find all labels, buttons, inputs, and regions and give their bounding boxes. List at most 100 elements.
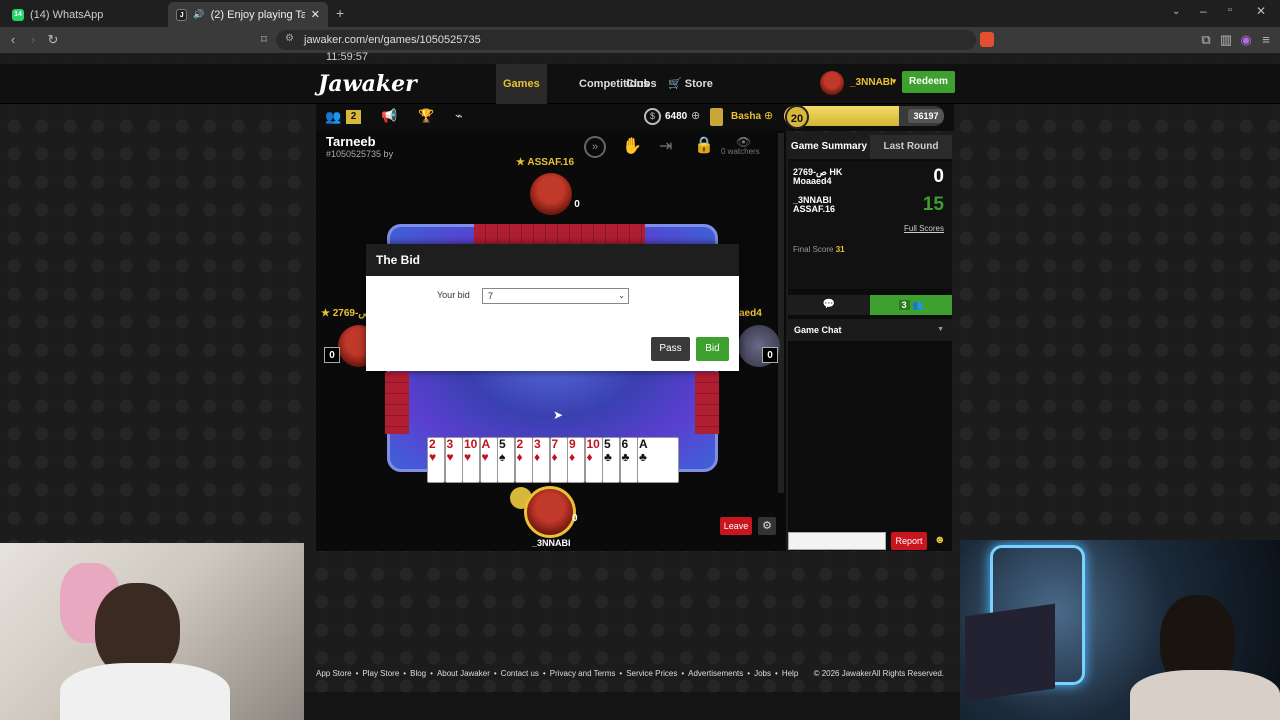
card-rank: 9 (569, 437, 576, 451)
url-field[interactable]: ⚙ jawaker.com/en/games/1050525735 (276, 30, 976, 50)
footer-link[interactable]: Blog (410, 669, 426, 678)
add-coins-icon[interactable]: ⊕ (691, 109, 700, 122)
nav-store[interactable]: 🛒 Store (666, 64, 720, 104)
add-basha-icon[interactable]: ⊕ (764, 109, 773, 122)
username[interactable]: _3NNABI (850, 77, 893, 88)
hand-card[interactable]: 10 ♦ (584, 437, 603, 483)
profile-icon[interactable]: ◉ (1236, 27, 1256, 53)
forward-icon[interactable]: › (23, 27, 43, 53)
footer-separator: • (430, 669, 433, 678)
hand-card[interactable]: 7 ♦ (549, 437, 568, 483)
hand-card[interactable]: 2 ♥ (427, 437, 445, 483)
lock-icon[interactable]: 🔒 (694, 135, 714, 155)
tab-game-summary[interactable]: Game Summary (788, 135, 870, 159)
game-id: #1050525735 by (326, 149, 394, 159)
right-player-score: 0 (762, 347, 778, 363)
url-text: jawaker.com/en/games/1050525735 (304, 34, 481, 46)
maximize-icon[interactable]: ▫ (1228, 4, 1232, 16)
hand-card[interactable]: 10 ♥ (462, 437, 480, 483)
footer-link[interactable]: Service Prices (626, 669, 677, 678)
tab-last-round[interactable]: Last Round (870, 135, 952, 159)
back-icon[interactable]: ‹ (3, 27, 23, 53)
footer-link[interactable]: Privacy and Terms (550, 669, 616, 678)
bottom-player-score: 0 (572, 513, 578, 524)
leave-button[interactable]: Leave (720, 517, 752, 535)
trophy-icon[interactable]: 🏆 (418, 108, 434, 124)
bottom-player-avatar[interactable] (524, 486, 576, 538)
pass-button[interactable]: Pass (651, 337, 690, 361)
tab-title: (14) WhatsApp (30, 8, 104, 21)
brave-shield-icon[interactable] (980, 32, 994, 47)
close-tab-icon[interactable]: ✕ (311, 8, 320, 21)
hand-card[interactable]: 3 ♥ (444, 437, 463, 483)
footer-link[interactable]: About Jawaker (437, 669, 490, 678)
top-player-avatar[interactable] (530, 173, 572, 215)
footer-link[interactable]: App Store (316, 669, 352, 678)
emote-icon[interactable]: ✋ (622, 136, 642, 156)
redeem-button[interactable]: Redeem (902, 71, 955, 93)
speaker-icon: 🔊 (193, 9, 205, 19)
hand-card[interactable]: 6 ♣ (619, 437, 638, 483)
extensions-icon[interactable]: ⧉ (1196, 27, 1216, 53)
left-player-name: ★ 2769-ص (321, 308, 371, 319)
address-bar-row: ‹ › ↻ ⌑ ⚙ jawaker.com/en/games/105052573… (0, 27, 1280, 53)
hand-card[interactable]: 3 ♦ (532, 437, 550, 483)
hand-card[interactable]: A ♥ (479, 437, 498, 483)
left-player-cards (385, 372, 409, 434)
fast-forward-icon[interactable]: » (584, 136, 606, 158)
card-suit-icon: ♦ (569, 450, 576, 464)
card-rank: 5 (604, 437, 611, 451)
webcam-left-overlay (0, 543, 304, 720)
footer-separator: • (403, 669, 407, 678)
report-button[interactable]: Report (891, 532, 927, 550)
hand-card[interactable]: 2 ♦ (514, 437, 533, 483)
footer-link[interactable]: Advertisements (688, 669, 743, 678)
bid-button[interactable]: Bid (696, 337, 729, 361)
game-scrollbar[interactable] (778, 133, 784, 493)
nav-games[interactable]: Games (496, 64, 547, 104)
exit-icon[interactable]: ⇥ (659, 136, 672, 156)
final-score-label: Final Score 31 (793, 245, 845, 254)
jawaker-logo[interactable]: Jawaker (318, 71, 417, 97)
chat-input[interactable] (788, 532, 886, 550)
emoji-icon[interactable]: ☻ (934, 534, 946, 546)
score-table: 2769-ص HK Moaaed4 0 _3NNABI ASSAF.16 15 … (788, 161, 952, 289)
full-scores-link[interactable]: Full Scores (904, 224, 944, 233)
game-chat-header[interactable]: Game Chat ▼ (788, 319, 952, 341)
coin-icon: $ (644, 108, 661, 125)
hand-card[interactable]: 5 ♣ (602, 437, 620, 483)
sidebar-icon[interactable]: ▥ (1216, 27, 1236, 53)
footer-link[interactable]: Jobs (754, 669, 771, 678)
footer-links: App Store • Play Store • Blog • About Jawaker •… (316, 669, 802, 678)
players-tab[interactable]: 3 👥 (870, 295, 952, 315)
tab-search-icon[interactable]: ⌄ (1172, 6, 1180, 17)
tab-whatsapp[interactable]: 14 (14) WhatsApp (4, 2, 166, 27)
chat-bubble-icon[interactable]: 💬 (788, 295, 870, 315)
close-window-icon[interactable]: ✕ (1256, 4, 1266, 18)
new-tab-icon[interactable]: + (336, 5, 344, 21)
footer-link[interactable]: Help (782, 669, 798, 678)
friends-icon[interactable]: 👥 (325, 109, 341, 125)
hand-card[interactable]: 9 ♦ (567, 437, 585, 483)
settings-gear-icon[interactable]: ⚙ (758, 517, 776, 535)
user-avatar[interactable] (820, 71, 844, 95)
menu-icon[interactable]: ≡ (1256, 27, 1276, 53)
bid-select[interactable]: 7 ⌄ (482, 288, 629, 304)
hand-card[interactable]: 5 ♠ (497, 437, 515, 483)
minimize-icon[interactable]: – (1200, 4, 1207, 18)
copyright: © 2026 JawakerAll Rights Reserved. (813, 669, 944, 678)
basha-label[interactable]: Basha (731, 111, 761, 122)
feed-icon[interactable]: ⌁ (455, 108, 463, 124)
nav-clubs[interactable]: Clubs (619, 64, 664, 104)
chevron-down-icon[interactable]: ▼ (890, 77, 898, 86)
footer-link[interactable]: Play Store (362, 669, 399, 678)
card-suit-icon: ♦ (586, 450, 593, 464)
bookmark-icon[interactable]: ⌑ (254, 27, 274, 53)
jawaker-favicon-icon: J (176, 8, 188, 21)
team2-player2: ASSAF.16 (793, 204, 836, 214)
reload-icon[interactable]: ↻ (43, 27, 63, 53)
hand-card[interactable]: A ♣ (637, 437, 679, 483)
tab-jawaker[interactable]: J 🔊 (2) Enjoy playing Tarneeb wit ✕ (168, 2, 328, 27)
announcements-icon[interactable]: 📢 (381, 108, 397, 124)
footer-link[interactable]: Contact us (501, 669, 539, 678)
